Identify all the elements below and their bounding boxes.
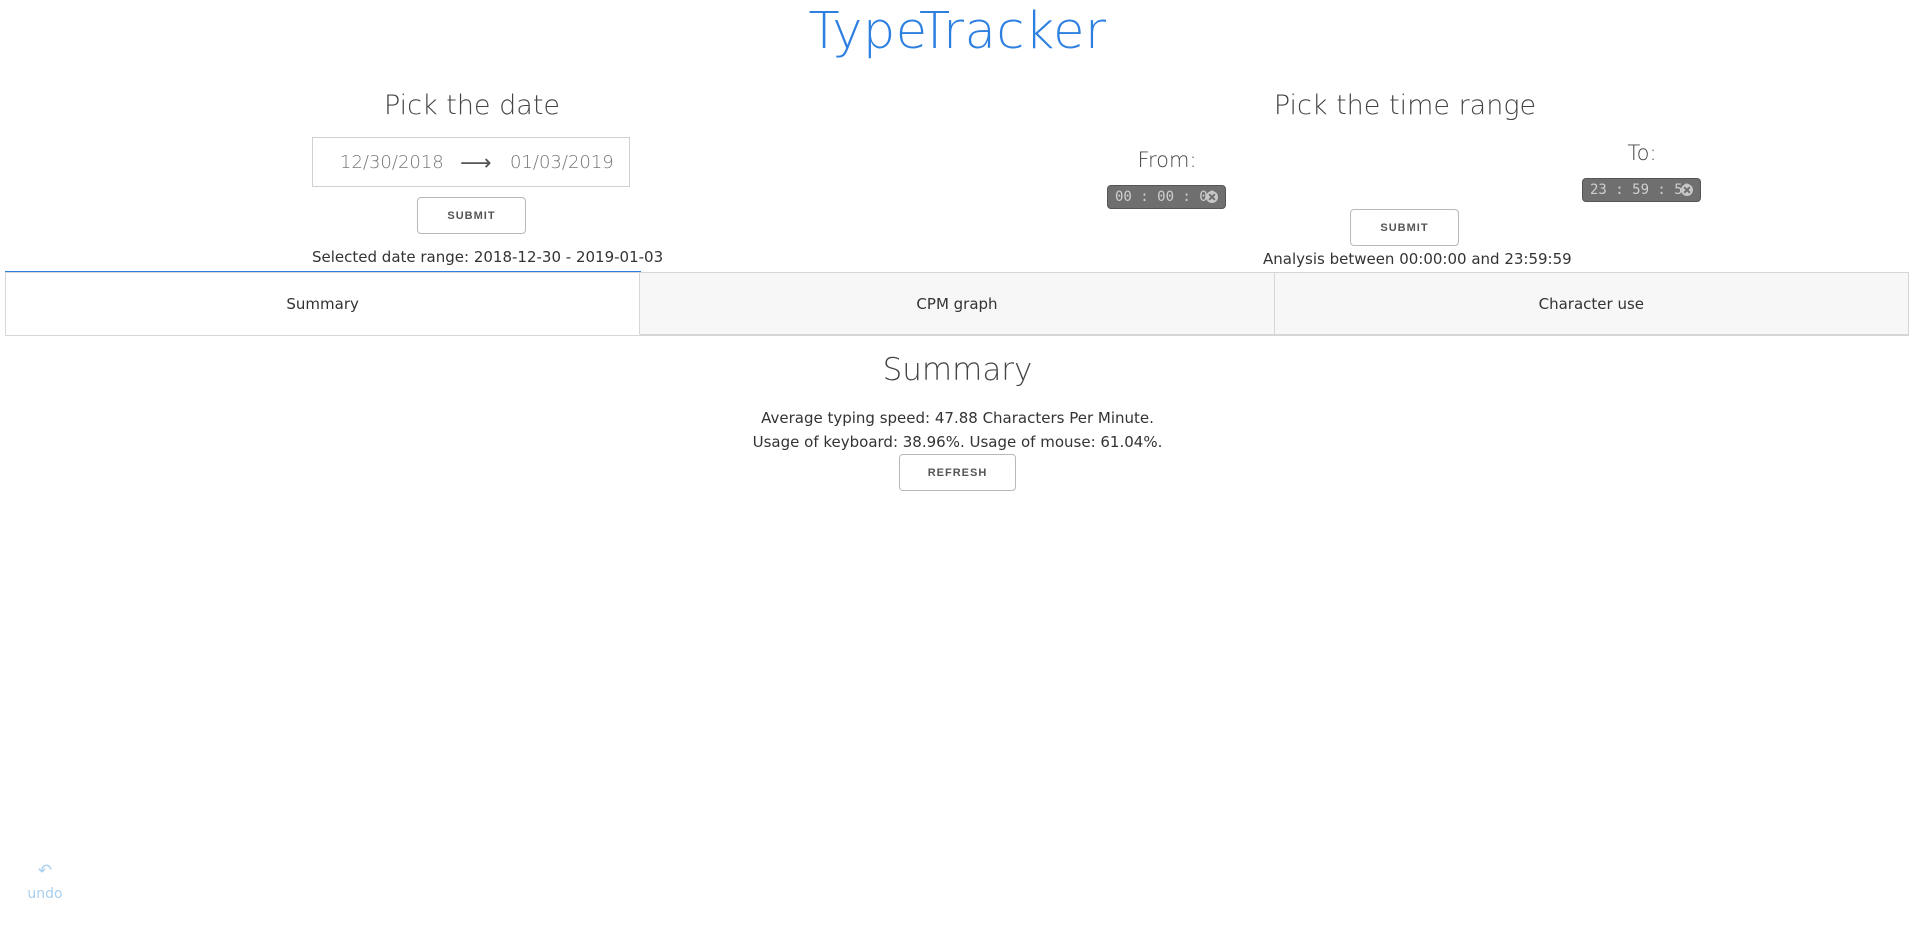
undo-label: undo [27, 886, 63, 902]
to-time-value: 23 : 59 : 59 [1590, 182, 1692, 198]
from-time-input[interactable]: 00 : 00 : 00 [1107, 185, 1226, 209]
analysis-range-text: Analysis between 00:00:00 and 23:59:59 [1263, 250, 1572, 268]
end-date-field[interactable]: 01/03/2019 [510, 152, 614, 173]
date-range-input[interactable]: 12/30/2018 ⟶ 01/03/2019 [312, 137, 630, 187]
time-picker-heading: Pick the time range [1273, 90, 1537, 121]
clear-to-time-icon[interactable] [1681, 184, 1693, 196]
tab-cpm-graph[interactable]: CPM graph [640, 272, 1275, 335]
time-submit-button[interactable]: SUBMIT [1350, 209, 1459, 246]
refresh-button[interactable]: REFRESH [899, 454, 1016, 491]
start-date-field[interactable]: 12/30/2018 [340, 152, 444, 173]
tab-summary[interactable]: Summary [5, 272, 641, 335]
typing-speed-text: Average typing speed: 47.88 Characters P… [761, 409, 1154, 427]
undo-button[interactable]: ↶ undo [22, 862, 68, 902]
date-submit-button[interactable]: SUBMIT [417, 197, 526, 234]
date-picker-heading: Pick the date [383, 90, 561, 121]
tab-character-use[interactable]: Character use [1274, 272, 1909, 335]
arrow-right-icon: ⟶ [460, 151, 492, 176]
clear-from-time-icon[interactable] [1206, 191, 1218, 203]
app-title: TypeTracker [808, 2, 1107, 61]
usage-text: Usage of keyboard: 38.96%. Usage of mous… [752, 433, 1163, 451]
to-label: To: [1627, 141, 1657, 165]
tab-bar: Summary CPM graph Character use [5, 272, 1909, 336]
from-label: From: [1137, 148, 1197, 172]
to-time-input[interactable]: 23 : 59 : 59 [1582, 178, 1701, 202]
undo-icon: ↶ [37, 861, 53, 881]
selected-date-range-text: Selected date range: 2018-12-30 - 2019-0… [312, 248, 664, 266]
from-time-value: 00 : 00 : 00 [1115, 189, 1217, 205]
summary-title: Summary [882, 352, 1033, 388]
